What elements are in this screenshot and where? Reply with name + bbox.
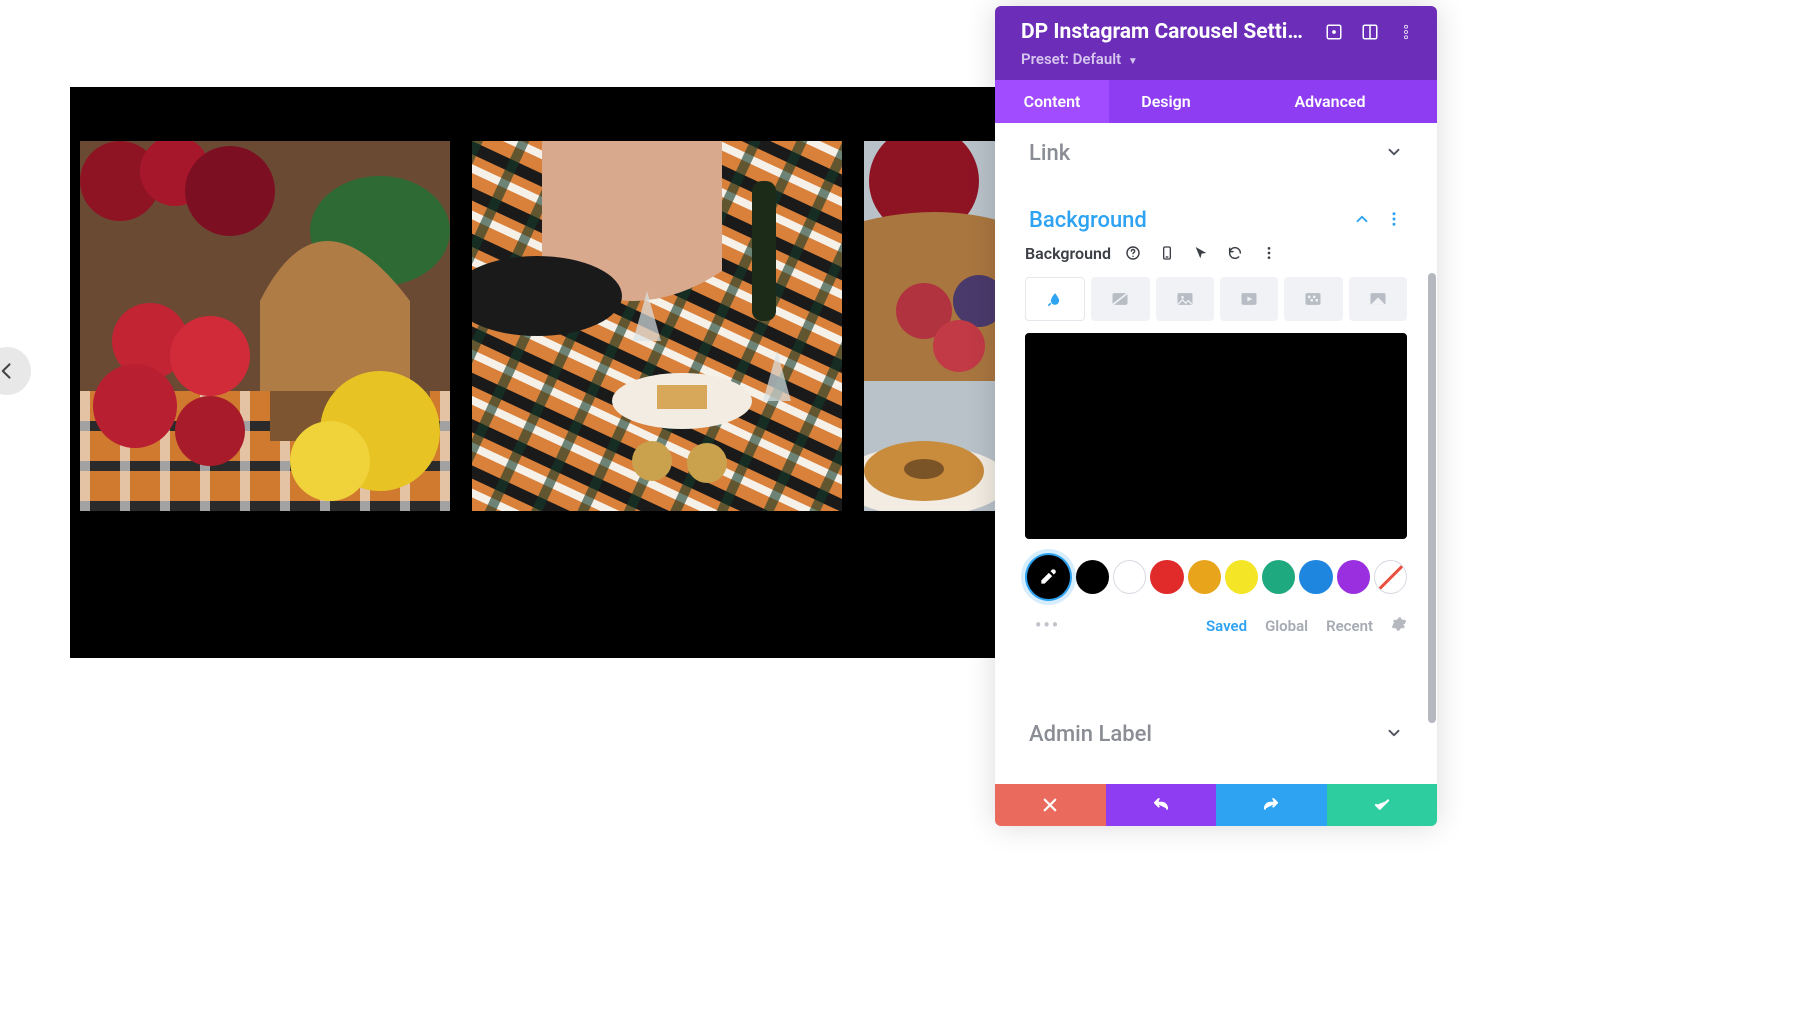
caret-down-icon: ▼ bbox=[1128, 56, 1138, 67]
palette-tab-global[interactable]: Global bbox=[1265, 617, 1308, 635]
tab-content[interactable]: Content bbox=[995, 80, 1109, 123]
color-preview[interactable] bbox=[1025, 333, 1407, 539]
redo-button[interactable] bbox=[1216, 784, 1327, 826]
section-background[interactable]: Background bbox=[995, 190, 1437, 241]
bg-type-image[interactable] bbox=[1156, 277, 1214, 321]
section-title: Link bbox=[1029, 141, 1070, 166]
bg-type-video[interactable] bbox=[1220, 277, 1278, 321]
carousel-slide[interactable] bbox=[472, 141, 842, 511]
carousel-preview bbox=[70, 87, 995, 658]
hover-icon[interactable] bbox=[1189, 241, 1213, 265]
background-type-tabs bbox=[1025, 277, 1407, 321]
panel-menu-icon[interactable] bbox=[1395, 21, 1417, 43]
swatch-blue[interactable] bbox=[1299, 560, 1332, 594]
cancel-button[interactable] bbox=[995, 784, 1106, 826]
swatch-black[interactable] bbox=[1076, 560, 1109, 594]
module-settings-panel: DP Instagram Carousel Setti… Preset: Def… bbox=[995, 6, 1437, 826]
background-options: Background bbox=[995, 241, 1437, 656]
swatch-orange[interactable] bbox=[1188, 560, 1221, 594]
chevron-up-icon bbox=[1353, 210, 1371, 232]
save-button[interactable] bbox=[1327, 784, 1438, 826]
expand-icon[interactable] bbox=[1323, 21, 1345, 43]
panel-title: DP Instagram Carousel Setti… bbox=[1021, 20, 1309, 44]
section-link[interactable]: Link bbox=[995, 123, 1437, 184]
palette-tab-recent[interactable]: Recent bbox=[1326, 617, 1373, 635]
swatch-white[interactable] bbox=[1113, 560, 1146, 594]
palette-tabs: ••• Saved Global Recent bbox=[1025, 609, 1407, 646]
tab-advanced[interactable]: Advanced bbox=[1223, 80, 1437, 123]
tab-design[interactable]: Design bbox=[1109, 80, 1223, 123]
swatch-purple[interactable] bbox=[1337, 560, 1370, 594]
preset-value: Default bbox=[1073, 50, 1122, 68]
bg-type-color[interactable] bbox=[1025, 277, 1085, 321]
bg-type-pattern[interactable] bbox=[1284, 277, 1342, 321]
preset-label: Preset: bbox=[1021, 50, 1069, 68]
option-label: Background bbox=[1025, 244, 1111, 263]
preset-selector[interactable]: Preset: Default ▼ bbox=[1021, 50, 1417, 68]
undo-button[interactable] bbox=[1106, 784, 1217, 826]
color-swatches bbox=[1025, 553, 1407, 601]
chevron-down-icon bbox=[1385, 724, 1403, 746]
reset-icon[interactable] bbox=[1223, 241, 1247, 265]
panel-scrollbar[interactable] bbox=[1428, 273, 1436, 723]
section-options-icon[interactable] bbox=[1385, 210, 1403, 232]
palette-settings-icon[interactable] bbox=[1391, 616, 1407, 636]
responsive-icon[interactable] bbox=[1155, 241, 1179, 265]
carousel-slide[interactable] bbox=[80, 141, 450, 511]
palette-more-icon[interactable]: ••• bbox=[1025, 615, 1060, 636]
swatch-red[interactable] bbox=[1150, 560, 1183, 594]
panel-body: Link Background Background bbox=[995, 123, 1437, 784]
swatch-green[interactable] bbox=[1262, 560, 1295, 594]
panel-tabs: Content Design Advanced bbox=[995, 80, 1437, 123]
carousel-slide[interactable] bbox=[864, 141, 995, 511]
panel-footer bbox=[995, 784, 1437, 826]
bg-type-gradient[interactable] bbox=[1091, 277, 1149, 321]
section-title: Background bbox=[1029, 208, 1147, 233]
bg-type-mask[interactable] bbox=[1349, 277, 1407, 321]
panel-header: DP Instagram Carousel Setti… Preset: Def… bbox=[995, 6, 1437, 80]
option-menu-icon[interactable] bbox=[1257, 241, 1281, 265]
snap-column-icon[interactable] bbox=[1359, 21, 1381, 43]
section-title: Admin Label bbox=[1029, 722, 1152, 747]
eyedropper-swatch[interactable] bbox=[1025, 553, 1072, 601]
palette-tab-saved[interactable]: Saved bbox=[1206, 617, 1247, 635]
swatch-transparent[interactable] bbox=[1374, 560, 1407, 594]
carousel-track bbox=[80, 141, 995, 511]
carousel-prev-button[interactable] bbox=[0, 347, 31, 395]
help-icon[interactable] bbox=[1121, 241, 1145, 265]
section-admin-label[interactable]: Admin Label bbox=[995, 704, 1437, 765]
swatch-yellow[interactable] bbox=[1225, 560, 1258, 594]
chevron-down-icon bbox=[1385, 143, 1403, 165]
